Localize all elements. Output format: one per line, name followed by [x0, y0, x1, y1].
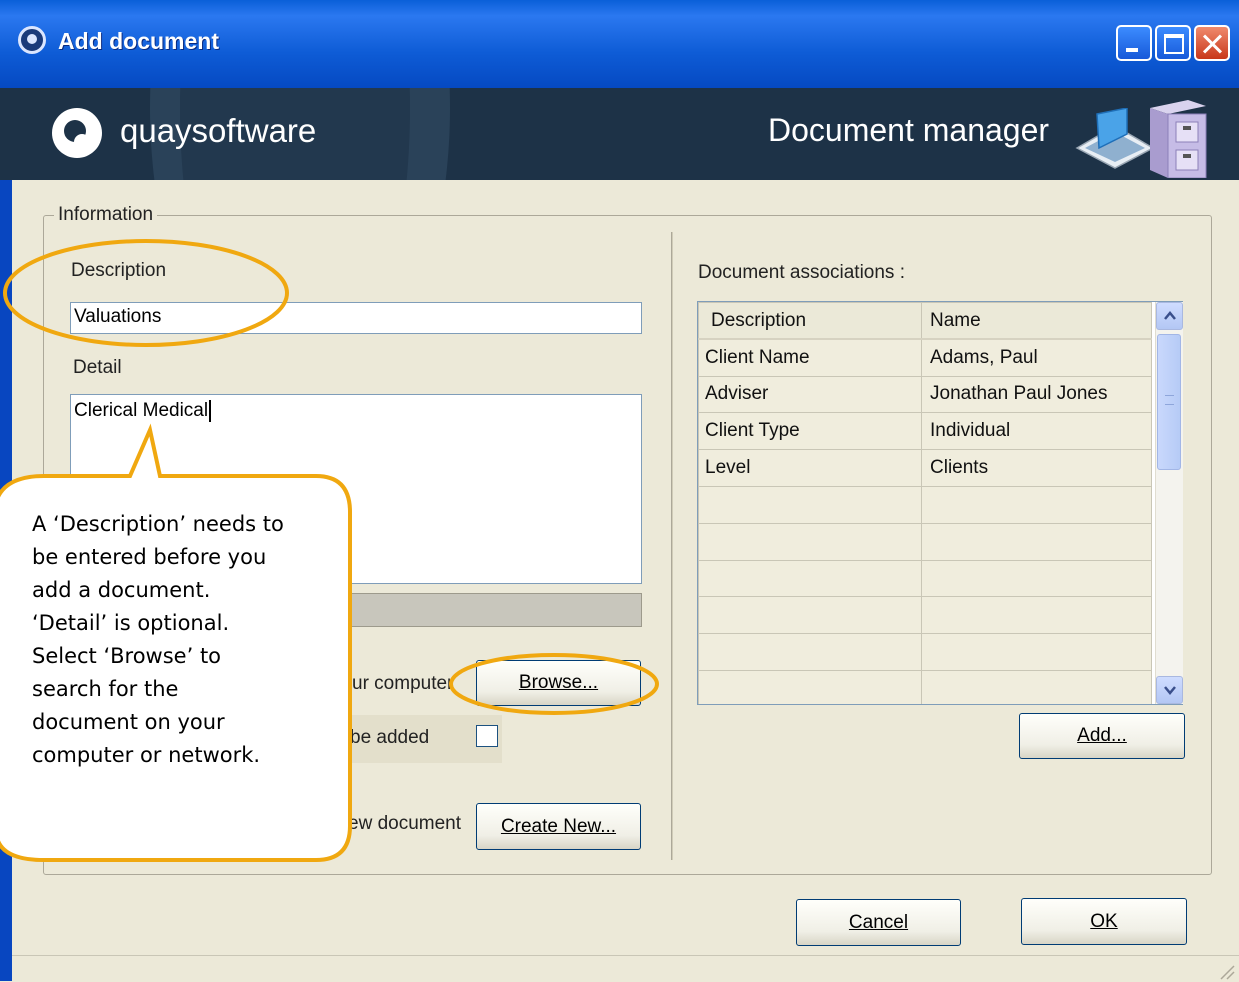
column-header-name[interactable]: Name	[921, 302, 1152, 341]
text-caret	[209, 400, 212, 422]
description-input[interactable]: Valuations	[70, 302, 642, 334]
cell-name: Adams, Paul	[921, 338, 1152, 377]
browse-button[interactable]: Browse...	[476, 660, 641, 706]
empty-row[interactable]	[698, 485, 1152, 524]
filing-cabinet-icon	[1150, 100, 1207, 178]
table-row[interactable]: Client Type Individual	[698, 412, 1152, 451]
status-bar	[12, 955, 1239, 982]
table-row[interactable]: Client Name Adams, Paul	[698, 338, 1152, 377]
empty-cell	[698, 669, 922, 704]
empty-cell	[921, 485, 1152, 524]
callout-line: Select ‘Browse’ to	[32, 644, 222, 668]
scroll-up-button[interactable]	[1156, 302, 1183, 330]
callout-line: computer or network.	[32, 743, 261, 767]
empty-cell	[698, 596, 922, 635]
cell-name: Jonathan Paul Jones	[921, 375, 1152, 414]
ok-button[interactable]: OK	[1021, 898, 1187, 945]
information-group-label: Information	[54, 204, 158, 226]
create-row-label: ew document	[348, 813, 462, 834]
cell-description: Adviser	[698, 375, 922, 414]
associations-table: Description Name Client Name Adams, Paul …	[698, 302, 1152, 704]
browse-button-label: Browse...	[518, 672, 599, 693]
logo-text: quaysoftware	[120, 112, 317, 149]
resize-grip-icon[interactable]	[1217, 962, 1235, 980]
cell-name: Clients	[921, 449, 1152, 487]
empty-cell	[698, 522, 922, 561]
callout-line: ‘Detail’ is optional.	[32, 611, 230, 635]
callout-line: document on your	[32, 710, 225, 734]
empty-cell	[921, 633, 1152, 671]
add-association-button[interactable]: Add...	[1019, 713, 1185, 759]
callout-line: add a document.	[32, 578, 211, 602]
callout-line: search for the	[32, 677, 179, 701]
callout-line: A ‘Description’ needs to	[32, 512, 284, 536]
description-label: Description	[71, 260, 167, 281]
grid-scrollbar[interactable]	[1155, 302, 1183, 704]
table-row[interactable]: Level Clients	[698, 449, 1152, 487]
table-row[interactable]: Adviser Jonathan Paul Jones	[698, 375, 1152, 414]
confirm-row-label: be added	[350, 727, 430, 748]
cell-description: Client Type	[698, 412, 922, 451]
callout-line: be entered before you	[32, 545, 267, 569]
browse-row-label: ur computer	[352, 673, 454, 694]
cancel-button-label: Cancel	[848, 911, 909, 933]
window-title: Add document	[58, 28, 219, 54]
table-header-row: Description Name	[698, 302, 1152, 341]
callout-text: A ‘Description’ needs to be entered befo…	[32, 508, 332, 772]
add-button-label: Add...	[1077, 725, 1127, 746]
empty-cell	[698, 633, 922, 671]
empty-cell	[698, 559, 922, 598]
create-new-button-label: Create New...	[500, 815, 617, 837]
maximize-button[interactable]	[1155, 25, 1191, 61]
description-value: Valuations	[74, 306, 162, 327]
detail-value: Clerical Medical	[74, 400, 209, 422]
minimize-button[interactable]	[1116, 25, 1152, 61]
empty-row[interactable]	[698, 559, 1152, 598]
window-frame-left	[0, 88, 12, 981]
column-header-description[interactable]: Description	[698, 302, 922, 341]
app-icon	[18, 26, 46, 54]
banner-title: Document manager	[768, 112, 1050, 148]
scroll-down-button[interactable]	[1156, 676, 1183, 704]
empty-cell	[921, 596, 1152, 635]
create-new-button[interactable]: Create New...	[476, 803, 641, 850]
scanner-icon	[1075, 108, 1155, 169]
close-button[interactable]	[1194, 25, 1230, 61]
empty-cell	[921, 522, 1152, 561]
empty-row[interactable]	[698, 522, 1152, 561]
ok-button-label: OK	[1090, 910, 1118, 932]
chevron-up-icon	[1164, 311, 1176, 320]
empty-row[interactable]	[698, 633, 1152, 671]
empty-cell	[921, 669, 1152, 704]
detail-label: Detail	[73, 357, 122, 378]
empty-row[interactable]	[698, 596, 1152, 635]
cell-name: Individual	[921, 412, 1152, 451]
confirm-checkbox[interactable]	[476, 725, 498, 747]
cell-description: Level	[698, 449, 922, 487]
banner: quaysoftware Document manager	[0, 88, 1239, 180]
scroll-thumb[interactable]	[1157, 334, 1181, 470]
chevron-down-icon	[1164, 686, 1176, 695]
associations-grid[interactable]: Description Name Client Name Adams, Paul …	[697, 301, 1183, 705]
vertical-divider	[671, 232, 673, 860]
quaysoftware-logo-icon	[52, 108, 102, 158]
cell-description: Client Name	[698, 338, 922, 377]
empty-cell	[921, 559, 1152, 598]
title-bar[interactable]: Add document	[0, 0, 1239, 88]
associations-label: Document associations :	[698, 262, 905, 283]
cancel-button[interactable]: Cancel	[796, 899, 961, 946]
empty-row[interactable]	[698, 669, 1152, 704]
empty-cell	[698, 485, 922, 524]
